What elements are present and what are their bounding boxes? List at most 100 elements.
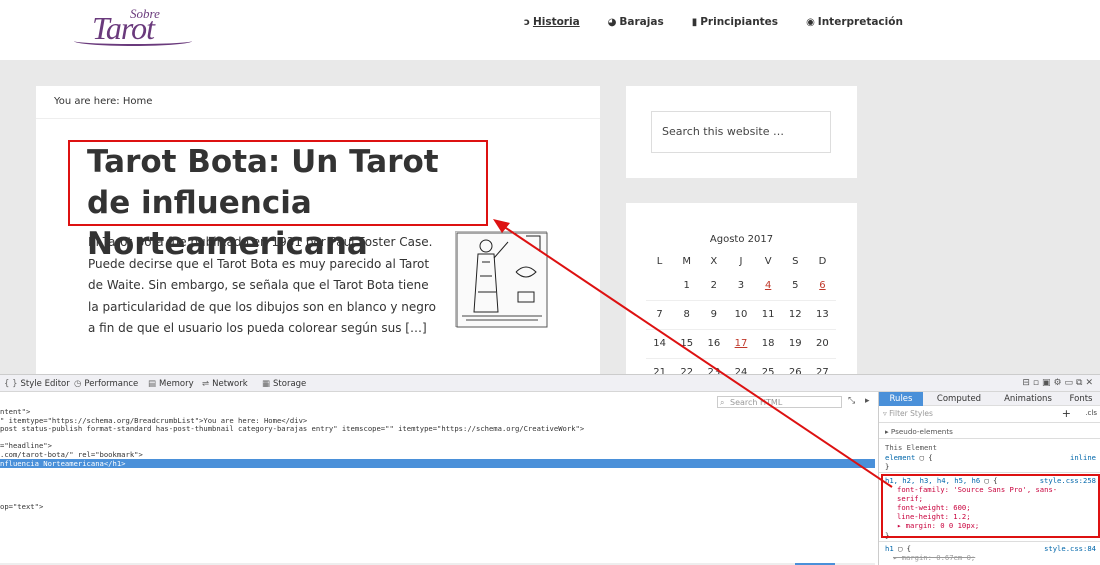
divider — [36, 118, 600, 119]
tab-glyph-icon: ▤ — [148, 379, 157, 389]
tab-label: Performance — [84, 379, 139, 389]
calendar-weekday: D — [818, 255, 827, 267]
nav-item-historia[interactable]: ↄ Historia — [524, 16, 580, 28]
tab-glyph-icon: ▦ — [262, 379, 271, 389]
screenshot: Tarot Sobre ↄ Historia ◕ Barajas ▮ Principian… — [0, 0, 1100, 565]
tarot-card-image — [456, 232, 548, 328]
calendar-day[interactable]: 6 — [808, 271, 836, 301]
toolbar-controls[interactable]: ⊟▫▣⚙▭⧉✕ — [1022, 378, 1096, 388]
calendar-day: 1 — [673, 271, 701, 301]
divider — [879, 438, 1100, 439]
calendar-day: 15 — [673, 329, 701, 359]
search-widget: Search this website … — [626, 86, 857, 178]
markup-line[interactable]: nfluencia Norteamericana</h1> — [0, 458, 875, 468]
nav-item-label: Principiantes — [700, 16, 779, 28]
markup-line[interactable]: post status-publish format-standard has-… — [0, 424, 584, 433]
breadcrumb: You are here: Home — [54, 96, 153, 107]
tab-glyph-icon: ◷ — [74, 379, 82, 389]
rules-tab-computed[interactable]: Computed — [923, 392, 995, 406]
rules-tab-animations[interactable]: Animations — [995, 392, 1061, 406]
calendar-day: 14 — [646, 329, 674, 359]
calendar-day: 5 — [781, 271, 809, 301]
calendar-table: L M X J V S D 1 2 3 4 5 6 7 8 9 10 11 12 13 14 15 16 17 18 19 20 21… — [646, 251, 836, 388]
nav-icon: ↄ — [524, 16, 530, 28]
calendar-weekday: M — [682, 255, 692, 267]
nav-icon: ◉ — [806, 16, 815, 28]
calendar-day: 9 — [700, 300, 728, 330]
search-html-input[interactable]: ⌕ Search HTML — [717, 396, 842, 408]
calendar-day[interactable]: 4 — [754, 271, 782, 301]
tab-label: Network — [212, 379, 248, 389]
tab-label: Memory — [159, 379, 194, 389]
nav-item-principiantes[interactable]: ▮ Principiantes — [692, 16, 778, 28]
devtools-tab-memory[interactable]: ▤ Memory — [148, 379, 194, 389]
site-logo[interactable]: Tarot Sobre — [70, 0, 195, 48]
rules-highlight-box — [881, 474, 1100, 538]
element-rule[interactable]: element ▢ { — [885, 453, 933, 462]
calendar-day: 20 — [808, 329, 836, 359]
cls-toggle[interactable]: .cls — [1085, 409, 1097, 417]
nav-item-interpretación[interactable]: ◉ Interpretación — [806, 16, 903, 28]
calendar-day: 3 — [727, 271, 755, 301]
search-input[interactable]: Search this website … — [651, 111, 831, 153]
calendar-weekday: S — [792, 255, 799, 267]
book-icon — [74, 36, 192, 46]
calendar-day: 16 — [700, 329, 728, 359]
main-nav: ↄ Historia ◕ Barajas ▮ Principiantes ◉ Interpre… — [524, 16, 903, 28]
rules-tab-rules[interactable]: Rules — [879, 392, 923, 406]
calendar-day: 13 — [808, 300, 836, 330]
nav-item-label: Barajas — [619, 16, 664, 28]
calendar-month: Agosto 2017 — [709, 234, 774, 245]
calendar-day[interactable]: 17 — [727, 329, 755, 359]
site-header: Tarot Sobre ↄ Historia ◕ Barajas ▮ Principian… — [0, 0, 1100, 60]
rules-tabs: Rules Computed Animations Fonts — [879, 392, 1100, 406]
devtools-toolbar: { } Style Editor ◷ Performance ▤ Memory ⇌ Netwo… — [0, 375, 1100, 392]
calendar-day: 19 — [781, 329, 809, 359]
filter-styles-input[interactable]: ▿ Filter Styles + .cls — [883, 407, 1097, 420]
h1-rule-selector[interactable]: h1 ▢ { — [885, 544, 911, 553]
nav-item-barajas[interactable]: ◕ Barajas — [608, 16, 664, 28]
markup-line[interactable]: op="text"> — [0, 502, 43, 511]
divider — [879, 541, 1100, 542]
rule-close: } — [885, 462, 890, 471]
markup-view: ntent"> " itemtype="https://schema.org/Br… — [0, 392, 875, 565]
pseudo-elements-toggle[interactable]: ▸ Pseudo-elements — [885, 427, 953, 436]
inline-source: inline — [1070, 453, 1096, 462]
nav-icon: ▮ — [691, 16, 698, 28]
tab-label: Storage — [273, 379, 307, 389]
tab-glyph-icon: ⇌ — [202, 379, 210, 389]
this-element-heading: This Element — [885, 443, 937, 452]
calendar-weekday: V — [764, 255, 772, 267]
calendar-day: 10 — [727, 300, 755, 330]
logo-top-text: Sobre — [130, 6, 160, 21]
devtools-tab-network[interactable]: ⇌ Network — [202, 379, 248, 389]
rules-tab-fonts[interactable]: Fonts — [1061, 392, 1100, 406]
article-card: You are here: Home Tarot Bota: Un Tarot … — [36, 86, 600, 386]
add-rule-icon[interactable]: + — [1062, 407, 1071, 420]
calendar-day: 2 — [700, 271, 728, 301]
panel-toggle-icon[interactable]: ▸ — [865, 396, 870, 406]
post-excerpt: El Tarot Bota fue publicado en 1931 por … — [88, 235, 436, 335]
calendar-day: 18 — [754, 329, 782, 359]
nav-item-label: Historia — [532, 16, 580, 28]
post-thumbnail[interactable] — [455, 231, 548, 328]
calendar-weekday: J — [739, 255, 743, 267]
devtools-tab-performance[interactable]: ◷ Performance — [74, 379, 138, 389]
devtools-tab-style-editor[interactable]: { } Style Editor — [4, 379, 70, 389]
calendar-day — [646, 271, 674, 301]
eyedropper-icon[interactable]: ⤡ — [848, 396, 855, 406]
calendar-weekday: L — [656, 255, 663, 267]
h1-rule-decl[interactable]: ▸ margin: 0.67em 0; — [885, 553, 975, 562]
calendar-day: 7 — [646, 300, 674, 330]
h1-rule-source[interactable]: style.css:84 — [1044, 544, 1096, 553]
nav-icon: ◕ — [607, 16, 617, 28]
divider — [879, 422, 1100, 423]
calendar-weekday: X — [710, 255, 718, 267]
nav-item-label: Interpretación — [817, 16, 903, 28]
divider — [879, 472, 1100, 473]
calendar-day: 12 — [781, 300, 809, 330]
search-icon: ⌕ — [720, 398, 725, 407]
calendar-widget: Agosto 2017 L M X J V S D 1 2 3 4 5 6 7 8 9 10 11 12 13 14 15… — [626, 203, 857, 388]
devtools-tab-storage[interactable]: ▦ Storage — [262, 379, 306, 389]
tab-glyph-icon: { } — [4, 379, 18, 389]
